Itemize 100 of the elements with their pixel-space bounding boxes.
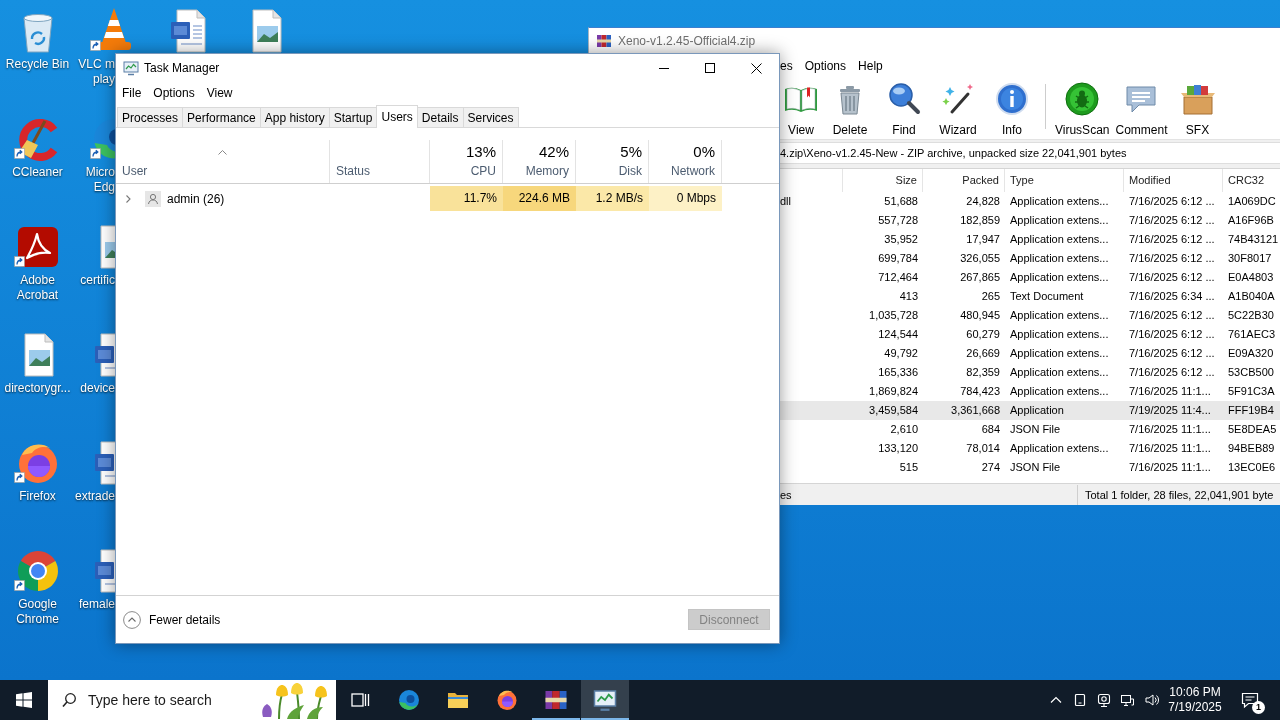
table-cell-text: 82,359 bbox=[965, 365, 1001, 380]
tab[interactable]: Performance bbox=[182, 107, 261, 127]
menu-item[interactable]: es bbox=[780, 58, 793, 73]
icon-label[interactable]: certific bbox=[80, 273, 115, 288]
search-icon bbox=[62, 692, 76, 708]
monitor-chart-icon bbox=[123, 60, 139, 76]
table-cell-text: 515 bbox=[898, 460, 919, 475]
menu-item[interactable]: Options bbox=[804, 58, 847, 73]
menu-item[interactable]: Help bbox=[858, 58, 883, 73]
table-cell-text: Application extens... bbox=[1009, 270, 1110, 285]
table-cell: 1.2 MB/s bbox=[576, 186, 649, 211]
icon-label[interactable]: device bbox=[80, 381, 115, 396]
column-header[interactable]: Status bbox=[336, 164, 371, 179]
network-icon[interactable] bbox=[1120, 692, 1136, 708]
toolbar-button[interactable]: Delete bbox=[823, 78, 877, 139]
tab[interactable]: Users bbox=[376, 105, 418, 128]
icon-label[interactable]: VLC m play bbox=[78, 57, 115, 87]
user-name: admin (26) bbox=[167, 191, 225, 206]
icon-label[interactable]: directorygr... bbox=[4, 381, 71, 396]
table-cell-text: 761AEC3 bbox=[1227, 327, 1276, 342]
monitor-chart-icon bbox=[593, 688, 617, 712]
table-cell-text: Application bbox=[1009, 403, 1065, 418]
books-icon bbox=[544, 688, 568, 712]
column-header[interactable]: Disk bbox=[618, 164, 642, 179]
tab[interactable]: App history bbox=[259, 107, 330, 127]
icon-label[interactable]: Micro Edg bbox=[85, 165, 115, 195]
table-cell-text: 7/19/2025 11:4... bbox=[1128, 403, 1212, 418]
toolbar-button[interactable]: SFX bbox=[1170, 78, 1225, 139]
tab[interactable]: Processes bbox=[117, 107, 184, 127]
table-cell-text: 7/16/2025 6:12 ... bbox=[1128, 194, 1216, 209]
table-cell-text: Application extens... bbox=[1009, 251, 1110, 266]
table-cell-text: 7/16/2025 6:12 ... bbox=[1128, 327, 1216, 342]
archive-path: 4.zip\Xeno-v1.2.45-New - ZIP archive, unpacked size 22,041,901 bytes bbox=[780, 147, 1127, 159]
toolbar-button[interactable]: Wizard bbox=[931, 78, 985, 139]
table-cell-text: 60,279 bbox=[965, 327, 1001, 342]
table-cell: 0 Mbps bbox=[649, 186, 722, 211]
toolbar-button[interactable]: Comment bbox=[1112, 78, 1171, 139]
table-cell-text: FFF19B4 bbox=[1227, 403, 1274, 418]
search-field[interactable]: Type here to search bbox=[88, 690, 223, 710]
table-cell-text: 5C22B30 bbox=[1227, 308, 1274, 323]
table-cell-text: 94BEB89 bbox=[1227, 441, 1275, 456]
task-view-icon bbox=[350, 690, 370, 710]
tab[interactable]: Details bbox=[416, 107, 464, 127]
toolbar-button[interactable]: VirusScan bbox=[1052, 78, 1113, 139]
icon-label[interactable]: Google Chrome bbox=[16, 597, 59, 627]
icon-label[interactable]: CCleaner bbox=[12, 165, 63, 180]
column-header[interactable]: CRC32 bbox=[1223, 169, 1280, 192]
expand-chevron-icon[interactable] bbox=[124, 194, 132, 203]
column-header[interactable]: User bbox=[122, 164, 148, 179]
table-cell-text: 51,688 bbox=[883, 194, 919, 209]
icon-label[interactable]: Recycle Bin bbox=[5, 57, 70, 72]
table-cell-text: Application extens... bbox=[1009, 365, 1110, 380]
file-row[interactable]: 3,459,584 3,361,668 Application 7/19/2025 11:4... FFF19B4 bbox=[779, 401, 1280, 420]
table-cell-text: A16F96B bbox=[1227, 213, 1274, 228]
icon-label[interactable]: Firefox bbox=[19, 489, 56, 504]
table-cell-text: 24,828 bbox=[965, 194, 1001, 209]
table-cell-text: 35,952 bbox=[883, 232, 919, 247]
tablet-icon[interactable] bbox=[1072, 692, 1088, 708]
table-cell-text: Application extens... bbox=[1009, 441, 1110, 456]
books-icon bbox=[596, 32, 612, 49]
volume-icon[interactable] bbox=[1144, 692, 1160, 708]
notification-icon[interactable] bbox=[1240, 690, 1260, 710]
icon-label[interactable]: extrade bbox=[74, 489, 115, 504]
table-cell-text: 165,336 bbox=[877, 365, 919, 380]
fewer-details-button[interactable]: Fewer details bbox=[123, 610, 221, 629]
clock-time[interactable]: 10:06 PM bbox=[1169, 685, 1221, 700]
table-cell-text: 1A069DC bbox=[1227, 194, 1276, 209]
file-name: dll bbox=[779, 194, 792, 209]
table-cell-text: 26,669 bbox=[965, 346, 1001, 361]
table-cell-text: 7/16/2025 6:34 ... bbox=[1128, 289, 1216, 304]
tab[interactable]: Services bbox=[462, 107, 519, 127]
icon-label[interactable]: female bbox=[78, 597, 115, 612]
table-cell-text: Text Document bbox=[1009, 289, 1085, 304]
table-cell-text: E0A4803 bbox=[1227, 270, 1274, 285]
table-cell-text: 17,947 bbox=[965, 232, 1001, 247]
table-cell-text: 3,459,584 bbox=[868, 403, 919, 418]
clock-date[interactable]: 7/19/2025 bbox=[1168, 700, 1222, 715]
tab[interactable]: Startup bbox=[328, 107, 378, 127]
toolbar-button[interactable]: Info bbox=[985, 78, 1039, 139]
window-title: Xeno-v1.2.45-Official4.zip bbox=[618, 33, 756, 48]
table-cell-text: 274 bbox=[980, 460, 1001, 475]
toolbar-button[interactable]: Find bbox=[877, 78, 931, 139]
table-cell-text: 557,728 bbox=[877, 213, 919, 228]
search-box[interactable]: Type here to search bbox=[48, 680, 336, 720]
taskbar-button[interactable] bbox=[581, 680, 629, 720]
table-cell-text: 78,014 bbox=[965, 441, 1001, 456]
webcam-icon[interactable] bbox=[1096, 692, 1112, 708]
column-header[interactable]: Network bbox=[671, 164, 715, 179]
table-cell-text: 7/16/2025 6:12 ... bbox=[1128, 232, 1216, 247]
table-cell-text: 7/16/2025 6:12 ... bbox=[1128, 346, 1216, 361]
icon-label[interactable]: Adobe Acrobat bbox=[16, 273, 59, 303]
menu-item[interactable]: View bbox=[200, 86, 239, 100]
table-cell-text: Application extens... bbox=[1009, 232, 1110, 247]
table-cell-text: 7/16/2025 6:12 ... bbox=[1128, 251, 1216, 266]
column-header[interactable]: CPU bbox=[470, 164, 496, 179]
toolbar-button[interactable]: View bbox=[779, 78, 823, 139]
menu-item[interactable]: Options bbox=[147, 86, 201, 100]
column-header[interactable]: Memory bbox=[525, 164, 569, 179]
menu-item[interactable]: File bbox=[116, 86, 148, 100]
info-icon bbox=[994, 81, 1030, 117]
